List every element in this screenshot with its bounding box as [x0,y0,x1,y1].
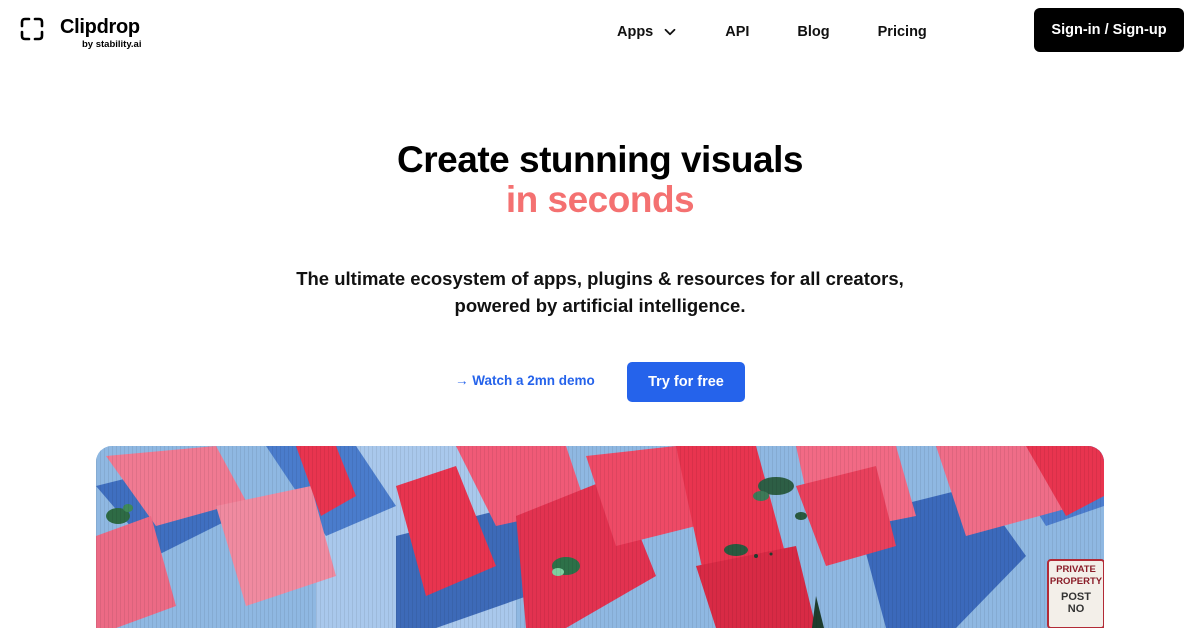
hero-title-line2: in seconds [505,179,695,220]
logo-name: Clipdrop [60,16,140,38]
hero-title-line1: Create stunning visuals [397,139,803,180]
sign-line-1: PRIVATE [1056,564,1096,575]
sign-line-2: PROPERTY [1049,576,1103,587]
watch-demo-link[interactable]: → Watch a 2mn demo [455,373,595,388]
try-for-free-button[interactable]: Try for free [627,362,745,402]
site-header: Clipdrop by stability.ai Apps API Blog P… [0,0,1200,62]
hero-subtitle: The ultimate ecosystem of apps, plugins … [250,265,950,319]
logo-text: Clipdrop by stability.ai [60,16,141,50]
signin-signup-button[interactable]: Sign-in / Sign-up [1034,8,1184,52]
chevron-down-icon [664,28,676,36]
hero-cta-row: → Watch a 2mn demo Try for free [0,362,1200,402]
main-nav: Apps API Blog Pricing [617,22,927,42]
clipdrop-logo[interactable]: Clipdrop by stability.ai [20,16,141,50]
hero-mural-image: PRIVATE PROPERTY POST NO [96,446,1104,628]
nav-blog-link[interactable]: Blog [797,24,829,40]
private-property-sign: PRIVATE PROPERTY POST NO [1048,564,1104,615]
nav-apps-dropdown[interactable]: Apps [617,24,677,40]
clipdrop-corners-icon [20,17,44,41]
logo-byline: by stability.ai [82,39,142,50]
nav-pricing-link[interactable]: Pricing [878,24,927,40]
hero-title: Create stunning visuals in seconds [0,140,1200,220]
hero-subtitle-line1: The ultimate ecosystem of apps, plugins … [296,268,904,289]
nav-apps-label: Apps [617,24,654,40]
hero-subtitle-line2: powered by artificial intelligence. [454,295,746,316]
nav-api-link[interactable]: API [725,24,749,40]
sign-line-4: NO [1067,603,1085,615]
mural-illustration [96,446,1104,628]
sign-line-3: POST [1061,591,1091,603]
